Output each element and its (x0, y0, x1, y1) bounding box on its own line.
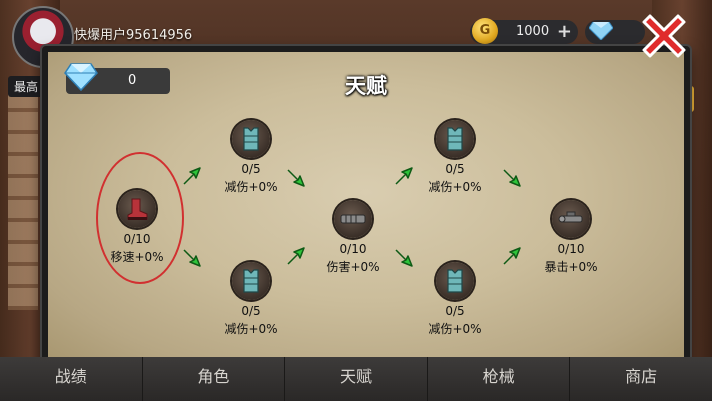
arrow-up-right-icon (503, 247, 521, 265)
talent-panel: 0 天赋 0/10 移速+0% 0/5 减伤+0% 0/5 减伤+0% 0/10… (42, 46, 690, 370)
talent-node-move-speed[interactable]: 0/10 移速+0% (92, 190, 182, 265)
silencer-icon (334, 200, 372, 238)
talent-effect: 减伤+0% (224, 322, 278, 336)
talent-level: 0/5 (241, 304, 261, 318)
talent-node-dmg-reduce-2[interactable]: 0/5 减伤+0% (206, 262, 296, 337)
vest-icon (232, 120, 270, 158)
scope-icon (552, 200, 590, 238)
tab-character[interactable]: 角色 (143, 357, 286, 401)
rank-tag: 最高 (8, 76, 45, 97)
talent-level: 0/10 (557, 242, 585, 256)
talent-level: 0/5 (241, 162, 261, 176)
talent-node-damage[interactable]: 0/10 伤害+0% (308, 200, 398, 275)
talent-effect: 减伤+0% (428, 180, 482, 194)
arrow-up-right-icon (183, 167, 201, 185)
talent-level: 0/5 (445, 162, 465, 176)
arrow-down-right-icon (395, 249, 413, 267)
talent-level: 0/10 (339, 242, 367, 256)
tab-weapons[interactable]: 枪械 (428, 357, 571, 401)
coin-value: 1000 (516, 24, 550, 39)
coin-icon: G (472, 18, 498, 44)
bottom-nav: 战绩 角色 天赋 枪械 商店 (0, 357, 712, 401)
talent-effect: 暴击+0% (544, 260, 598, 274)
vest-icon (232, 262, 270, 300)
tab-talent[interactable]: 天赋 (285, 357, 428, 401)
talent-effect: 减伤+0% (224, 180, 278, 194)
vest-icon (436, 262, 474, 300)
coin-counter: G 1000 + (470, 18, 578, 44)
talent-node-dmg-reduce-1[interactable]: 0/5 减伤+0% (206, 120, 296, 195)
talent-node-dmg-reduce-3[interactable]: 0/5 减伤+0% (410, 120, 500, 195)
arrow-down-right-icon (287, 169, 305, 187)
username: 快爆用户95614956 (74, 28, 193, 43)
close-button[interactable] (636, 8, 692, 64)
background-window-left (8, 90, 38, 310)
tab-record[interactable]: 战绩 (0, 357, 143, 401)
arrow-up-right-icon (287, 247, 305, 265)
talent-effect: 减伤+0% (428, 322, 482, 336)
close-icon (642, 14, 686, 58)
talent-effect: 移速+0% (110, 250, 164, 264)
talent-node-crit[interactable]: 0/10 暴击+0% (526, 200, 616, 275)
arrow-down-right-icon (183, 249, 201, 267)
diamond-icon (589, 22, 613, 40)
panel-title: 天赋 (345, 74, 387, 98)
arrow-down-right-icon (503, 169, 521, 187)
talent-level: 0/5 (445, 304, 465, 318)
add-coins-button[interactable]: + (557, 21, 572, 42)
vest-icon (436, 120, 474, 158)
boot-icon (118, 190, 156, 228)
tab-shop[interactable]: 商店 (570, 357, 712, 401)
talent-level: 0/10 (123, 232, 151, 246)
talent-effect: 伤害+0% (326, 260, 380, 274)
arrow-up-right-icon (395, 167, 413, 185)
talent-node-dmg-reduce-4[interactable]: 0/5 减伤+0% (410, 262, 500, 337)
